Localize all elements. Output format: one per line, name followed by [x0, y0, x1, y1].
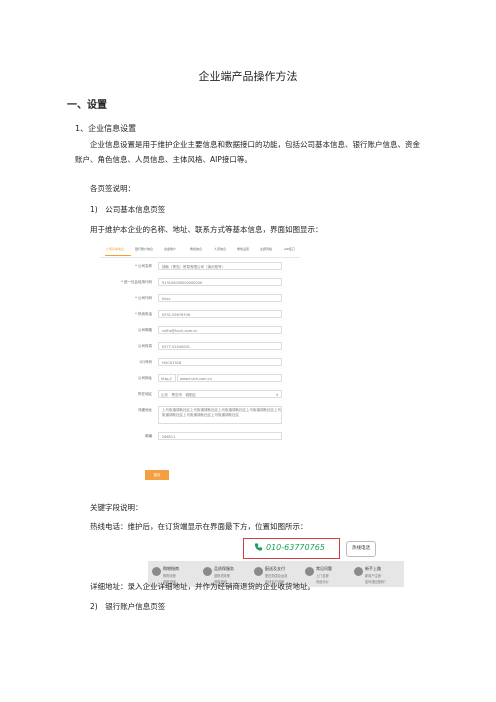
tab-role-info[interactable]: 角色信息 [190, 247, 202, 251]
fax-input[interactable]: 0577-52540001 [158, 342, 282, 350]
user-icon [354, 567, 363, 576]
tab-staff-info[interactable]: 人员信息 [214, 247, 226, 251]
tab-api[interactable]: AIP接口 [284, 247, 295, 251]
feature-link[interactable]: 退换货政策 [214, 573, 230, 578]
province-value: 山东 [161, 393, 168, 397]
url-protocol-prefix[interactable]: http:// [158, 374, 176, 382]
section-heading: 一、设置 [67, 100, 107, 111]
tab-company-info[interactable]: 公司基本信息 [106, 247, 124, 251]
postcode-input[interactable]: 266011 [158, 432, 282, 440]
form-row-postcode: 邮编 266011 [100, 431, 300, 443]
feature-title: 新手上路 [365, 566, 381, 571]
city-value: 青岛市 [171, 393, 183, 397]
tab-item-2: 2) 银行账户信息页签 [90, 602, 166, 611]
website-input[interactable]: www.huch.com.cn [177, 374, 282, 382]
field-label: * 公司名称 [135, 264, 152, 268]
feature-link[interactable]: 新用户注册 [365, 573, 381, 578]
feature-link[interactable]: 配送范围及运费 [265, 573, 287, 578]
field-label: * 公司代码 [135, 296, 152, 300]
feature-link[interactable]: 如何找回密码？ [365, 579, 387, 584]
key-fields-note: 关键字段说明： [90, 503, 143, 512]
field-label: 邮编 [145, 434, 152, 438]
feature-newbie[interactable]: 新手上路 新用户注册 如何找回密码？ [352, 564, 404, 586]
tab-theme[interactable]: 主题风格 [260, 247, 272, 251]
feature-link[interactable]: 上门自提 [316, 573, 329, 578]
address-textarea[interactable]: 上马街道胡秋社区上马街道胡秋社区上马街道胡秋社区上马街道胡秋社区上马街道胡秋社区… [158, 406, 282, 424]
hotline-number: 010-63770765 [266, 543, 325, 552]
form-row-website: 公司网址 http:// www.huch.com.cn [100, 373, 300, 385]
settings-tab-bar: 公司基本信息 银行账户信息 资金账户 角色信息 人员信息 角色设置 主题风格 A… [100, 245, 300, 258]
company-code-input[interactable]: khxx [158, 294, 282, 302]
field-label: 公司传真 [138, 344, 152, 348]
feature-title: 常见问题 [316, 566, 332, 571]
field-label: QQ号码 [139, 360, 152, 364]
hotline-badge: 热线电话 [346, 541, 376, 557]
company-name-input[interactable]: 胡秋（青岛）贸易有限公司（演示账号） [158, 262, 282, 270]
service-icon [203, 567, 212, 576]
form-row-company-name: * 公司名称 胡秋（青岛）贸易有限公司（演示账号） [100, 261, 300, 273]
form-row-hotline: * 热线电话 0532-55676706 [100, 309, 300, 321]
tab-item-1: 1) 公司基本信息页签 [90, 205, 166, 214]
email-input[interactable]: xxfhz@huch.com.cn [158, 326, 282, 334]
district-value: 城阳区 [185, 393, 197, 397]
feature-title: 购物指南 [163, 566, 179, 571]
company-info-screenshot: 公司基本信息 银行账户信息 资金账户 角色信息 人员信息 角色设置 主题风格 A… [100, 245, 300, 487]
save-button[interactable]: 保存 [145, 470, 169, 480]
intro-paragraph: 企业信息设置是用于维护企业主要信息和数据接口的功能，包括公司基本信息、银行账户信… [75, 140, 420, 164]
field-label: 详细地址 [138, 408, 152, 412]
field-label: 所在地区 [138, 392, 152, 396]
feature-link[interactable]: 购物流程 [163, 573, 176, 578]
document-title: 企业端产品操作方法 [198, 70, 298, 83]
hotline-input[interactable]: 0532-55676706 [158, 310, 282, 318]
form-row-address: 详细地址 上马街道胡秋社区上马街道胡秋社区上马街道胡秋社区上马街道胡秋社区上马街… [100, 405, 300, 427]
feature-title: 品质保服务 [214, 566, 234, 571]
form-row-qq: QQ号码 HUCH1928 [100, 357, 300, 369]
qq-input[interactable]: HUCH1928 [158, 358, 282, 366]
field-label: 公司网址 [138, 376, 152, 380]
tab-fund-account[interactable]: 资金账户 [164, 247, 176, 251]
field-label: 公司邮箱 [138, 328, 152, 332]
form-row-credit-code: * 统一社会信用代码 913100000000000000 [100, 277, 300, 289]
form-row-fax: 公司传真 0577-52540001 [100, 341, 300, 353]
subsection-heading: 1、企业信息设置 [75, 124, 137, 133]
cart-icon [152, 567, 161, 576]
active-tab-underline [105, 255, 131, 256]
truck-icon [254, 567, 263, 576]
field-label: * 热线电话 [135, 312, 152, 316]
form-row-company-code: * 公司代码 khxx [100, 293, 300, 305]
form-row-region: 所在地区 山东 青岛市 城阳区 ▾ [100, 389, 300, 401]
credit-code-input[interactable]: 913100000000000000 [158, 278, 282, 286]
chevron-down-icon: ▾ [276, 393, 278, 397]
tab-role-settings[interactable]: 角色设置 [237, 247, 249, 251]
address-desc: 详细地址：录入企业详细地址，并作为经销商退货的企业收货地址。 [90, 582, 315, 591]
phone-icon [254, 543, 263, 551]
tab-desc-1: 用于维护本企业的名称、地址、联系方式等基本信息，界面如图显示： [90, 225, 323, 234]
feature-title: 配送及支付 [265, 566, 285, 571]
hotline-desc: 热线电话：维护后，在订货端显示在界面最下方，位置如图所示： [90, 522, 308, 531]
region-select[interactable]: 山东 青岛市 城阳区 ▾ [158, 390, 282, 398]
tabs-note: 各页签说明： [90, 184, 135, 193]
tab-bank-account[interactable]: 银行账户信息 [135, 247, 153, 251]
question-icon [305, 567, 314, 576]
form-row-email: 公司邮箱 xxfhz@huch.com.cn [100, 325, 300, 337]
feature-link[interactable]: 商品评价 [316, 579, 329, 584]
field-label: * 统一社会信用代码 [121, 280, 152, 284]
